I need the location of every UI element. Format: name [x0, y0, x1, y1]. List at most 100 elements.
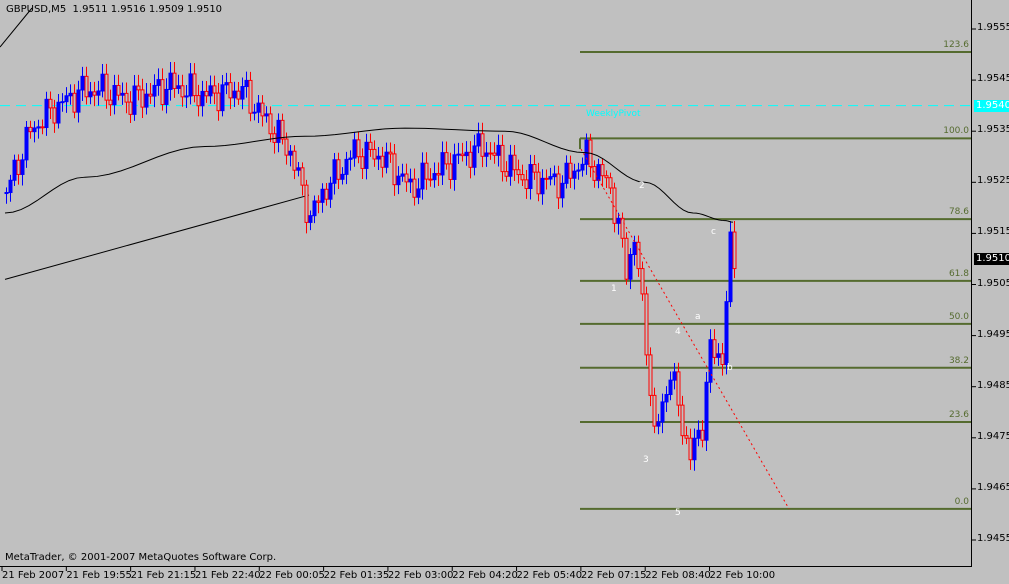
bull-candle [540, 169, 545, 205]
candle-body [496, 144, 501, 156]
candle-body [396, 175, 401, 186]
candle-body [56, 101, 61, 124]
candle-body [12, 159, 17, 181]
bull-candle [508, 144, 513, 186]
candle-body [180, 85, 185, 98]
candle-body [572, 170, 577, 179]
candle-body [308, 215, 313, 223]
bear-candle [216, 83, 221, 121]
bull-candle [728, 221, 733, 308]
wave-label: c [711, 227, 716, 238]
x-axis-label: 22 Feb 04:20 [452, 570, 518, 581]
candle-body [124, 92, 129, 103]
bull-candle [224, 72, 229, 95]
bear-candle [52, 99, 57, 133]
bear-candle [588, 133, 593, 178]
candle-body [172, 72, 177, 89]
candle-body [716, 353, 721, 358]
candle-body [392, 153, 397, 186]
candle-body [468, 151, 473, 168]
pivot-price-tag: 1.9540 [974, 99, 1009, 112]
candle-body [52, 107, 57, 124]
bear-candle [204, 80, 209, 103]
wave-label: 1 [611, 283, 617, 294]
bear-candle [412, 168, 417, 206]
candle-body [404, 173, 409, 183]
candle-body [356, 139, 361, 158]
bear-candle [228, 73, 233, 110]
y-axis-label: 1.9495 [977, 328, 1009, 340]
candle-body [568, 162, 573, 179]
bull-candle [668, 371, 673, 401]
weekly-pivot-label: WeeklyPivot [586, 109, 641, 119]
candle-body [544, 177, 549, 180]
candle-body [96, 90, 101, 96]
bull-candle [252, 103, 257, 121]
bull-candle [384, 142, 389, 174]
fib-level-label: 0.0 [954, 496, 969, 507]
fib-level-label: 123.6 [943, 39, 969, 50]
candle-body [684, 435, 689, 439]
price-chart[interactable] [0, 0, 1009, 584]
candle-body [724, 301, 729, 365]
candle-body [616, 217, 621, 224]
bear-candle [196, 84, 201, 117]
candle-body [660, 401, 665, 423]
bull-candle [348, 150, 353, 171]
bear-candle [292, 145, 297, 180]
candle-body [148, 93, 153, 97]
bull-candle [64, 87, 69, 113]
candle-body [136, 85, 141, 91]
bear-candle [40, 119, 45, 135]
bull-candle [68, 84, 73, 105]
bull-candle [264, 106, 269, 123]
candle-body [516, 169, 521, 176]
bull-candle [176, 74, 181, 94]
bull-candle [340, 167, 345, 185]
bear-candle [620, 212, 625, 248]
bear-candle [16, 154, 21, 185]
bear-candle [524, 170, 529, 199]
bear-candle [636, 235, 641, 277]
candle-body [208, 85, 213, 97]
candle-body [640, 268, 645, 295]
bull-candle [88, 82, 93, 105]
candle-body [576, 169, 581, 172]
bear-candle [48, 91, 53, 120]
candle-body [164, 88, 169, 105]
x-axis-label: 21 Feb 22:40 [194, 570, 261, 581]
y-axis-label: 1.9555 [977, 22, 1009, 33]
candle-body [536, 171, 541, 195]
candle-body [600, 164, 605, 177]
bear-candle [368, 133, 373, 157]
y-axis-label: 1.9455 [977, 533, 1009, 544]
candle-body [88, 91, 93, 98]
candle-body [188, 73, 193, 97]
bull-candle [704, 371, 709, 452]
candle-body [48, 98, 53, 109]
bear-candle [504, 161, 509, 182]
bear-candle [520, 164, 525, 187]
candle-body [92, 91, 97, 96]
bull-candle [168, 61, 173, 101]
bull-candle [456, 142, 461, 164]
wave-trendline[interactable] [580, 148, 790, 510]
y-axis-label: 1.9535 [977, 124, 1009, 136]
candle-body [484, 152, 489, 157]
candle-body [412, 178, 417, 198]
y-axis-label: 1.9475 [977, 430, 1009, 442]
candle-body [340, 173, 345, 180]
bear-candle [640, 261, 645, 301]
candle-body [100, 73, 105, 92]
bear-candle [300, 162, 305, 196]
candle-body [388, 151, 393, 155]
symbol-label: GBPUSD,M5 [6, 4, 67, 15]
bull-candle [120, 82, 125, 105]
bull-candle [32, 121, 37, 143]
copyright-label: MetaTrader, © 2001-2007 MetaQuotes Softw… [5, 552, 277, 563]
candle-body [252, 111, 257, 114]
bear-candle [436, 162, 441, 187]
fibonacci-retracement[interactable] [579, 50, 971, 510]
trendline[interactable] [4, 194, 310, 280]
candle-body [672, 371, 677, 381]
